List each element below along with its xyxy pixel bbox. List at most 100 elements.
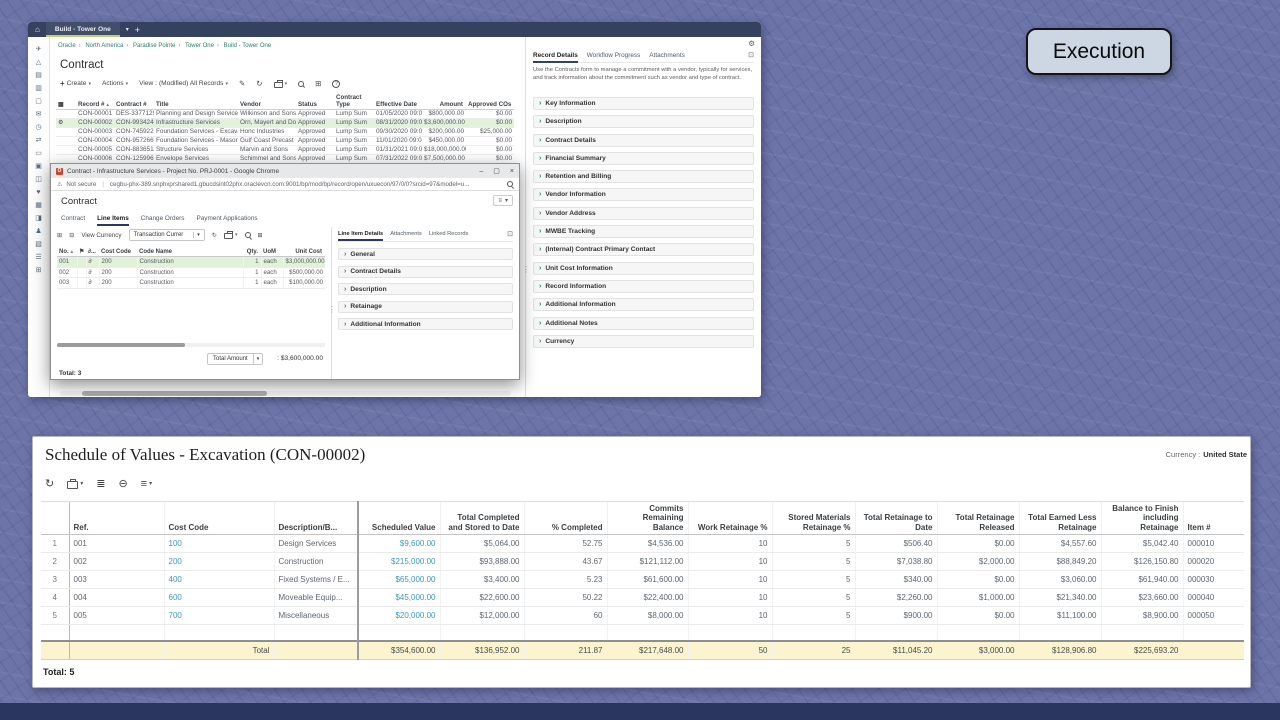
- popup-titlebar[interactable]: O Contract - Infrastructure Services - P…: [51, 164, 519, 178]
- new-tab-icon[interactable]: +: [135, 25, 140, 35]
- sov-row[interactable]: 3 003 400 Fixed Systems / E... $65,000.0…: [41, 571, 1244, 589]
- panel-drag-handle[interactable]: ⋮: [522, 265, 530, 274]
- currency-select[interactable]: Transaction Currer ▾: [129, 229, 205, 241]
- cost-code-link[interactable]: 700: [164, 607, 274, 625]
- sidebar-module-icon[interactable]: ♟: [28, 228, 49, 236]
- cost-code-link[interactable]: 200: [164, 553, 274, 571]
- column-header[interactable]: % Completed: [524, 502, 607, 535]
- sidebar-module-icon[interactable]: ▣: [28, 163, 49, 171]
- home-icon[interactable]: ⌂: [35, 25, 40, 34]
- row-gear-icon[interactable]: [56, 137, 76, 146]
- column-header[interactable]: Total Earned Less Retainage: [1019, 502, 1101, 535]
- sidebar-module-icon[interactable]: ◷: [28, 124, 49, 132]
- column-header[interactable]: Total Retainage Released: [937, 502, 1019, 535]
- breadcrumb-link[interactable]: North America: [85, 43, 123, 49]
- sidebar-module-icon[interactable]: ✉: [28, 111, 49, 119]
- tab-workflow-progress[interactable]: Workflow Progress: [587, 52, 641, 59]
- create-button[interactable]: + Create ▾: [60, 79, 91, 88]
- popup-url-bar[interactable]: ⚠ Not secure | cegbu-phx-389.snphxprshar…: [51, 178, 519, 191]
- menu-button[interactable]: ≡▾: [141, 478, 152, 490]
- column-header[interactable]: Cost Code: [164, 502, 274, 535]
- column-header[interactable]: ▦: [56, 93, 76, 110]
- sidebar-module-icon[interactable]: ⊞: [28, 267, 49, 275]
- accordion-section[interactable]: › Key Information: [533, 97, 754, 110]
- sov-row[interactable]: 1 001 100 Design Services $9,600.00 $5,0…: [41, 535, 1244, 553]
- tab-line-item-details[interactable]: Line Item Details: [338, 231, 383, 241]
- column-header[interactable]: UoM: [261, 247, 283, 257]
- sidebar-module-icon[interactable]: ▧: [28, 241, 49, 249]
- edit-icon[interactable]: ✎: [239, 79, 245, 88]
- sidebar-module-icon[interactable]: ◨: [28, 215, 49, 223]
- column-header[interactable]: Cost Code: [99, 247, 137, 257]
- contract-row[interactable]: CON-00003 CON-74592234 Foundation Servic…: [56, 128, 514, 137]
- line-item-row[interactable]: 002 ∂ 200 Construction 1 each $500,000.0…: [57, 267, 325, 278]
- tab-contract[interactable]: Contract: [61, 215, 85, 226]
- layout-menu-button[interactable]: ≡ ▾: [493, 195, 513, 206]
- column-header[interactable]: Code Name: [137, 247, 243, 257]
- column-header[interactable]: Amount: [422, 93, 466, 110]
- link-icon[interactable]: ∂: [86, 278, 99, 289]
- column-header[interactable]: Unit Cost: [283, 247, 325, 257]
- link-icon[interactable]: ∂: [86, 257, 99, 268]
- breadcrumb-link[interactable]: Paradise Pointe: [133, 43, 175, 49]
- accordion-section[interactable]: › Additional Notes: [533, 317, 754, 330]
- find-icon[interactable]: ≣: [96, 477, 105, 490]
- print-button[interactable]: ▾: [67, 479, 83, 489]
- column-header[interactable]: Approved COs: [466, 93, 514, 110]
- maximize-button[interactable]: ▢: [493, 167, 500, 175]
- scrollbar-thumb[interactable]: [57, 343, 185, 347]
- tab-record-details[interactable]: Record Details: [533, 52, 578, 63]
- column-header[interactable]: No.▲: [57, 247, 77, 257]
- breadcrumb-link[interactable]: Oracle: [58, 43, 76, 49]
- sidebar-module-icon[interactable]: ◫: [28, 176, 49, 184]
- sidebar-module-icon[interactable]: △: [28, 59, 49, 67]
- contract-row[interactable]: CON-00005 CON-88365116 Structure Service…: [56, 146, 514, 155]
- column-header[interactable]: Total Completed and Stored to Date: [440, 502, 524, 535]
- cost-code-link[interactable]: 600: [164, 589, 274, 607]
- sidebar-module-icon[interactable]: ♥: [28, 189, 49, 197]
- refresh-icon[interactable]: ↻: [256, 79, 262, 88]
- contract-row[interactable]: ⚙ CON-00002 CON-99342440 Infrastructure …: [56, 119, 514, 128]
- split-view-icon[interactable]: ⊟: [69, 232, 74, 239]
- column-header[interactable]: Vendor: [238, 93, 296, 110]
- tab-list-caret-icon[interactable]: ▾: [126, 26, 129, 33]
- refresh-icon[interactable]: ↻: [45, 477, 54, 490]
- accordion-section[interactable]: › Contract Details: [338, 266, 513, 278]
- accordion-section[interactable]: › Unit Cost Information: [533, 262, 754, 275]
- sidebar-module-icon[interactable]: ▭: [28, 150, 49, 158]
- accordion-section[interactable]: › (Internal) Contract Primary Contact: [533, 243, 754, 256]
- accordion-section[interactable]: › Vendor Address: [533, 207, 754, 220]
- accordion-section[interactable]: › Retention and Billing: [533, 170, 754, 183]
- breadcrumb-link[interactable]: Tower One: [185, 43, 214, 49]
- grid-view-icon[interactable]: ⊞: [57, 232, 62, 239]
- column-header[interactable]: Balance to Finish including Retainage: [1101, 502, 1183, 535]
- sidebar-module-icon[interactable]: ⇄: [28, 137, 49, 145]
- print-button[interactable]: ▾: [224, 231, 238, 239]
- tab-payment-applications[interactable]: Payment Applications: [196, 215, 257, 226]
- column-header[interactable]: Commits Remaining Balance: [607, 502, 688, 535]
- link-icon[interactable]: ∂: [86, 267, 99, 278]
- total-amount-select[interactable]: Total Amount ▾: [207, 353, 263, 365]
- column-header[interactable]: ∂...: [86, 247, 99, 257]
- column-header[interactable]: Status: [296, 93, 334, 110]
- sidebar-module-icon[interactable]: ✈: [28, 46, 49, 54]
- grid-settings-icon[interactable]: ⊞: [258, 232, 263, 239]
- tab-linked-records[interactable]: Linked Records: [429, 231, 469, 237]
- column-header[interactable]: Scheduled Value: [358, 502, 440, 535]
- expand-icon[interactable]: ⊡: [507, 230, 513, 238]
- expand-icon[interactable]: ⊡: [748, 51, 754, 59]
- close-button[interactable]: ×: [510, 168, 514, 175]
- view-selector[interactable]: View : (Modified) All Records ▾: [139, 80, 228, 87]
- line-item-row[interactable]: 001 ∂ 200 Construction 1 each $3,000,000…: [57, 257, 325, 268]
- grid-view-icon[interactable]: ⊞: [315, 79, 321, 88]
- accordion-section[interactable]: › Currency: [533, 335, 754, 348]
- cost-code-link[interactable]: 400: [164, 571, 274, 589]
- accordion-section[interactable]: › Vendor Information: [533, 188, 754, 201]
- refresh-icon[interactable]: ↻: [212, 232, 217, 239]
- tab-attachments[interactable]: Attachments: [390, 231, 422, 237]
- column-header[interactable]: Contract #: [114, 93, 154, 110]
- actions-button[interactable]: Actions ▾: [102, 80, 128, 87]
- column-header[interactable]: Qty.: [243, 247, 261, 257]
- accordion-section[interactable]: › Description: [533, 115, 754, 128]
- search-icon[interactable]: [298, 81, 304, 87]
